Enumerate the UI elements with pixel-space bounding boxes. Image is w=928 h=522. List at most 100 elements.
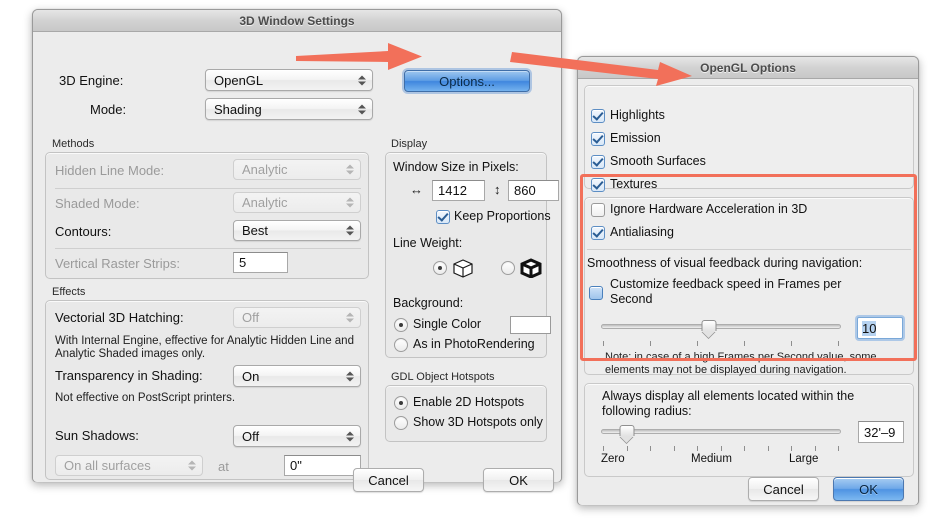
smooth-surfaces-label: Smooth Surfaces <box>610 154 706 168</box>
transparency-value: On <box>242 369 259 384</box>
vertical-raster-strips-value: 5 <box>239 255 246 270</box>
single-color-label: Single Color <box>413 317 481 331</box>
window-height-input[interactable]: 860 <box>508 180 559 201</box>
hidden-line-mode-dropdown[interactable]: Analytic <box>233 159 361 180</box>
engine-dropdown[interactable]: OpenGL <box>205 69 373 91</box>
fps-input[interactable]: 10 <box>857 317 903 339</box>
3d-window-settings-dialog: 3D Window Settings 3D Engine: OpenGL Opt… <box>32 9 562 482</box>
shaded-mode-dropdown[interactable]: Analytic <box>233 192 361 213</box>
chevron-updown-icon <box>345 429 354 444</box>
fps-slider-ticks <box>603 341 839 346</box>
chevron-updown-icon <box>345 162 354 177</box>
vectorial-hatching-label: Vectorial 3D Hatching: <box>55 310 184 325</box>
shaded-mode-value: Analytic <box>242 195 288 210</box>
main-dialog-title: 3D Window Settings <box>239 14 354 28</box>
vertical-raster-strips-input[interactable]: 5 <box>233 252 288 273</box>
options-button-label: Options... <box>439 74 495 89</box>
background-label: Background: <box>393 296 463 310</box>
vectorial-hatching-note: With Internal Engine, effective for Anal… <box>55 335 355 361</box>
single-color-radio[interactable] <box>394 318 408 332</box>
sun-shadows-dropdown[interactable]: Off <box>233 425 361 447</box>
sun-shadows-label: Sun Shadows: <box>55 428 139 443</box>
ignore-hardware-acceleration-label: Ignore Hardware Acceleration in 3D <box>610 202 807 216</box>
at-label: at <box>218 459 229 474</box>
fps-note: Note: in case of a high Frames per Secon… <box>605 351 905 377</box>
fps-value: 10 <box>862 321 876 336</box>
main-ok-label: OK <box>509 473 528 488</box>
antialiasing-label: Antialiasing <box>610 225 674 239</box>
as-in-photorendering-label: As in PhotoRendering <box>413 337 535 351</box>
main-dialog-titlebar: 3D Window Settings <box>33 10 561 32</box>
hotspots-group <box>385 385 547 442</box>
effects-group-label: Effects <box>52 286 85 298</box>
opengl-dialog-title: OpenGL Options <box>700 61 796 75</box>
customize-feedback-label: Customize feedback speed in Frames per S… <box>610 277 850 307</box>
radius-slider-thumb[interactable] <box>620 425 635 443</box>
show-3d-hotspots-radio[interactable] <box>394 416 408 430</box>
highlights-label: Highlights <box>610 108 665 122</box>
radius-input[interactable]: 32'–9 <box>858 421 904 443</box>
highlights-checkbox[interactable] <box>591 109 605 123</box>
radius-max-label: Large <box>789 453 818 465</box>
line-weight-thin-radio[interactable] <box>433 261 447 275</box>
chevron-updown-icon <box>345 369 354 384</box>
mode-label: Mode: <box>90 102 126 117</box>
main-ok-button[interactable]: OK <box>483 468 554 492</box>
display-group-label: Display <box>391 138 427 150</box>
engine-label: 3D Engine: <box>59 73 123 88</box>
chevron-updown-icon <box>345 310 354 325</box>
mode-dropdown[interactable]: Shading <box>205 98 373 120</box>
methods-group-label: Methods <box>52 138 94 150</box>
emission-checkbox[interactable] <box>591 132 605 146</box>
contours-value: Best <box>242 223 268 238</box>
vertical-resize-icon: ↕ <box>494 182 501 197</box>
opengl-ok-button[interactable]: OK <box>833 477 904 501</box>
main-cancel-button[interactable]: Cancel <box>353 468 424 492</box>
keep-proportions-label: Keep Proportions <box>454 209 551 223</box>
opengl-ok-label: OK <box>859 482 878 497</box>
radius-slider[interactable] <box>601 425 841 445</box>
window-width-value: 1412 <box>438 183 467 198</box>
opengl-cancel-label: Cancel <box>763 482 803 497</box>
shaded-mode-label: Shaded Mode: <box>55 196 140 211</box>
customize-feedback-checkbox[interactable] <box>589 286 603 300</box>
fps-slider[interactable] <box>601 320 841 340</box>
smooth-surfaces-checkbox[interactable] <box>591 155 605 169</box>
enable-2d-hotspots-radio[interactable] <box>394 396 408 410</box>
ignore-hardware-acceleration-checkbox[interactable] <box>591 203 605 217</box>
chevron-updown-icon <box>345 223 354 238</box>
show-3d-hotspots-label: Show 3D Hotspots only <box>413 415 543 429</box>
line-weight-bold-radio[interactable] <box>501 261 515 275</box>
contours-label: Contours: <box>55 224 111 239</box>
as-in-photorendering-radio[interactable] <box>394 338 408 352</box>
transparency-label: Transparency in Shading: <box>55 368 203 383</box>
background-color-swatch[interactable] <box>510 316 551 334</box>
smoothness-label: Smoothness of visual feedback during nav… <box>587 256 862 270</box>
chevron-updown-icon <box>345 195 354 210</box>
surfaces-dropdown[interactable]: On all surfaces <box>55 455 203 476</box>
options-button[interactable]: Options... <box>404 70 530 92</box>
hidden-line-mode-value: Analytic <box>242 162 288 177</box>
keep-proportions-checkbox[interactable] <box>436 210 450 224</box>
transparency-dropdown[interactable]: On <box>233 365 361 387</box>
sun-shadows-value: Off <box>242 429 259 444</box>
chevron-updown-icon <box>357 102 366 117</box>
sun-shadow-angle-input[interactable]: 0" <box>284 455 361 476</box>
radius-label: Always display all elements located with… <box>602 389 892 419</box>
radius-slider-ticks <box>603 446 839 451</box>
contours-dropdown[interactable]: Best <box>233 220 361 241</box>
vectorial-hatching-dropdown[interactable]: Off <box>233 307 361 328</box>
textures-label: Textures <box>610 177 657 191</box>
opengl-cancel-button[interactable]: Cancel <box>748 477 819 501</box>
radius-slider-track <box>601 429 841 434</box>
emission-label: Emission <box>610 131 661 145</box>
window-width-input[interactable]: 1412 <box>432 180 485 201</box>
antialiasing-checkbox[interactable] <box>591 226 605 240</box>
vectorial-hatching-value: Off <box>242 310 259 325</box>
textures-checkbox[interactable] <box>591 178 605 192</box>
enable-2d-hotspots-label: Enable 2D Hotspots <box>413 395 524 409</box>
transparency-note: Not effective on PostScript printers. <box>55 392 355 405</box>
fps-slider-thumb[interactable] <box>702 320 717 338</box>
hotspots-group-label: GDL Object Hotspots <box>391 371 495 383</box>
opengl-options-dialog: OpenGL Options Highlights Emission Smoot… <box>577 56 919 505</box>
